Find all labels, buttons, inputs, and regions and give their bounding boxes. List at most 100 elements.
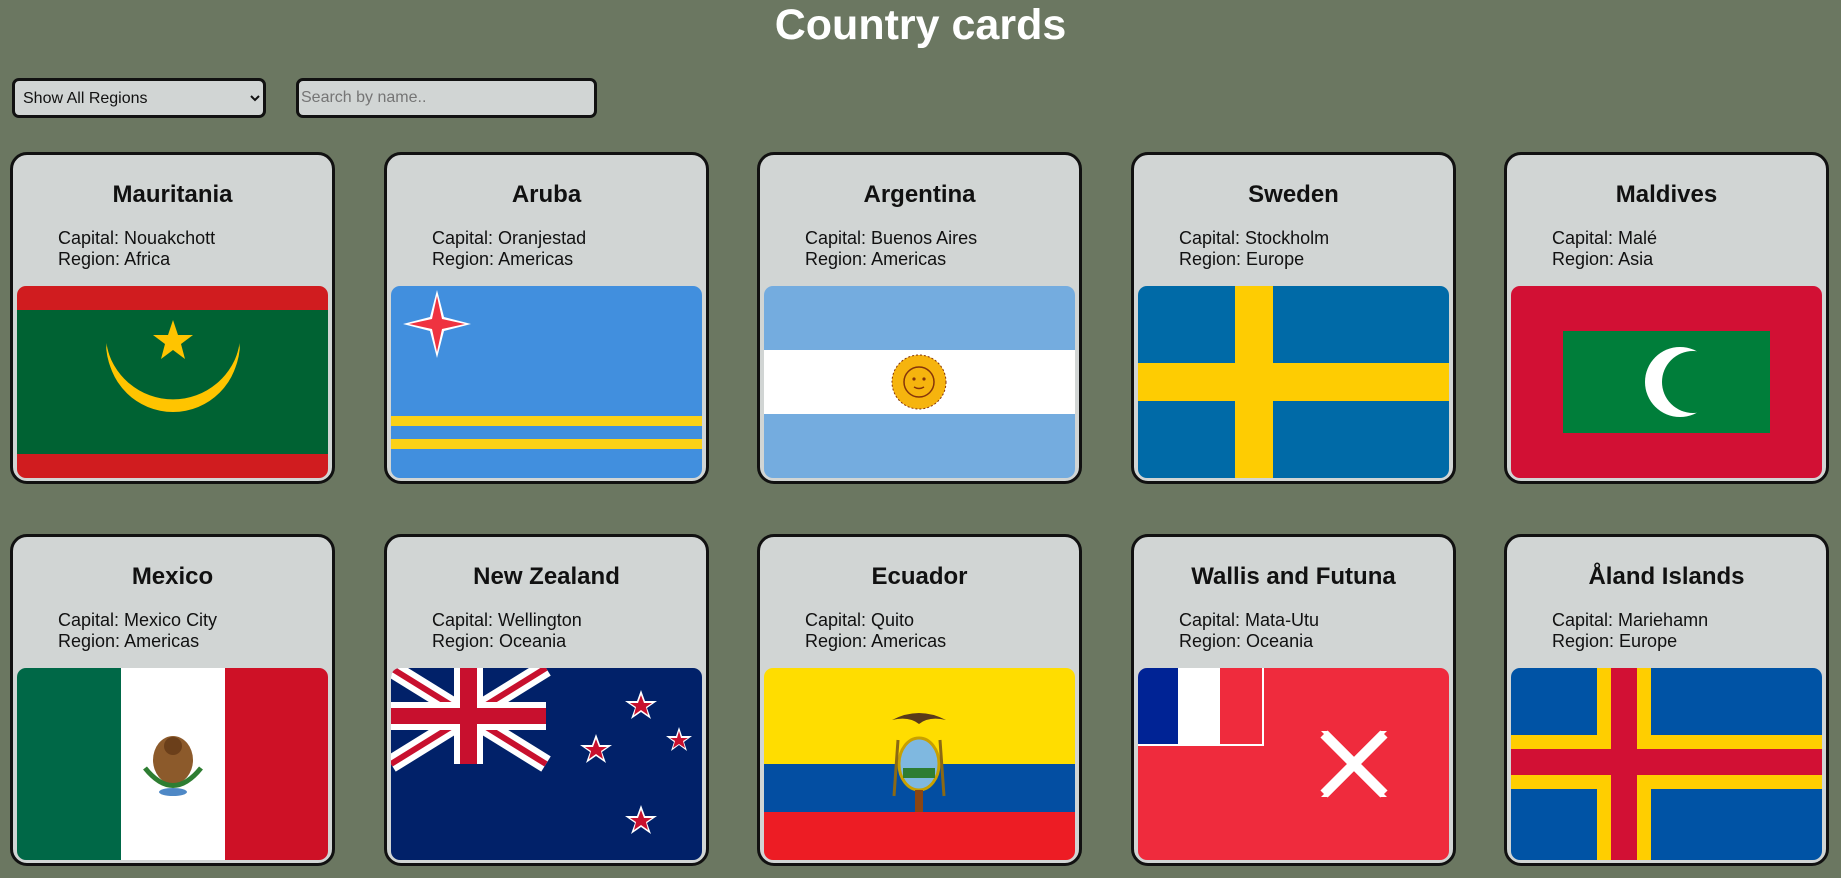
country-name: Mexico bbox=[131, 563, 214, 590]
capital-line: Capital: Quito bbox=[805, 610, 946, 631]
capital-value: Oranjestad bbox=[498, 228, 587, 248]
country-info: Capital: Quito Region: Americas bbox=[805, 610, 946, 652]
capital-label: Capital: bbox=[1552, 610, 1619, 630]
region-value: Europe bbox=[1246, 249, 1305, 269]
region-line: Region: Oceania bbox=[1179, 631, 1319, 652]
country-info: Capital: Oranjestad Region: Americas bbox=[432, 228, 586, 270]
argentina-flag-icon bbox=[764, 286, 1075, 478]
capital-line: Capital: Wellington bbox=[432, 610, 582, 631]
capital-label: Capital: bbox=[805, 228, 872, 248]
region-line: Region: Americas bbox=[805, 249, 977, 270]
country-name: Sweden bbox=[1248, 181, 1339, 208]
country-card[interactable]: Maldives Capital: Malé Region: Asia bbox=[1504, 152, 1829, 484]
region-value: Americas bbox=[871, 631, 947, 651]
country-info: Capital: Malé Region: Asia bbox=[1552, 228, 1657, 270]
country-card[interactable]: Mexico Capital: Mexico City Region: Amer… bbox=[10, 534, 335, 866]
country-info: Capital: Mata-Utu Region: Oceania bbox=[1179, 610, 1319, 652]
capital-line: Capital: Mexico City bbox=[58, 610, 217, 631]
region-line: Region: Europe bbox=[1552, 631, 1708, 652]
country-name: Wallis and Futuna bbox=[1191, 563, 1396, 590]
country-info: Capital: Mariehamn Region: Europe bbox=[1552, 610, 1708, 652]
region-line: Region: Americas bbox=[432, 249, 586, 270]
region-line: Region: Americas bbox=[805, 631, 946, 652]
capital-label: Capital: bbox=[58, 610, 125, 630]
country-name: Mauritania bbox=[112, 181, 233, 208]
capital-value: Quito bbox=[871, 610, 915, 630]
mauritania-flag-icon bbox=[17, 286, 328, 478]
country-card[interactable]: New Zealand Capital: Wellington Region: … bbox=[384, 534, 709, 866]
capital-label: Capital: bbox=[432, 228, 499, 248]
sweden-flag-icon bbox=[1138, 286, 1449, 478]
region-label: Region: bbox=[432, 631, 500, 651]
maldives-flag-icon bbox=[1511, 286, 1822, 478]
region-label: Region: bbox=[58, 631, 125, 651]
capital-label: Capital: bbox=[805, 610, 872, 630]
country-card[interactable]: Argentina Capital: Buenos Aires Region: … bbox=[757, 152, 1082, 484]
country-card[interactable]: Ecuador Capital: Quito Region: Americas bbox=[757, 534, 1082, 866]
capital-line: Capital: Malé bbox=[1552, 228, 1657, 249]
mexico-flag-icon bbox=[17, 668, 328, 860]
country-card[interactable]: Sweden Capital: Stockholm Region: Europe bbox=[1131, 152, 1456, 484]
region-label: Region: bbox=[1552, 631, 1620, 651]
country-name: New Zealand bbox=[473, 563, 620, 590]
capital-label: Capital: bbox=[1552, 228, 1619, 248]
region-value: Americas bbox=[498, 249, 574, 269]
region-label: Region: bbox=[1179, 631, 1247, 651]
country-card[interactable]: Wallis and Futuna Capital: Mata-Utu Regi… bbox=[1131, 534, 1456, 866]
region-label: Region: bbox=[1179, 249, 1247, 269]
country-name: Argentina bbox=[863, 181, 976, 208]
country-name: Åland Islands bbox=[1588, 563, 1745, 590]
capital-line: Capital: Mariehamn bbox=[1552, 610, 1708, 631]
capital-value: Mata-Utu bbox=[1245, 610, 1320, 630]
region-line: Region: Americas bbox=[58, 631, 217, 652]
country-name: Maldives bbox=[1615, 181, 1718, 208]
ecuador-flag-icon bbox=[764, 668, 1075, 860]
region-label: Region: bbox=[432, 249, 499, 269]
capital-value: Buenos Aires bbox=[871, 228, 978, 248]
capital-label: Capital: bbox=[432, 610, 499, 630]
region-value: Oceania bbox=[499, 631, 567, 651]
country-name: Aruba bbox=[511, 181, 582, 208]
capital-label: Capital: bbox=[1179, 610, 1246, 630]
capital-line: Capital: Stockholm bbox=[1179, 228, 1329, 249]
capital-value: Nouakchott bbox=[124, 228, 216, 248]
country-info: Capital: Stockholm Region: Europe bbox=[1179, 228, 1329, 270]
capital-label: Capital: bbox=[1179, 228, 1246, 248]
capital-value: Mexico City bbox=[124, 610, 218, 630]
region-line: Region: Oceania bbox=[432, 631, 582, 652]
new-zealand-flag-icon bbox=[391, 668, 702, 860]
country-info: Capital: Nouakchott Region: Africa bbox=[58, 228, 215, 270]
aruba-flag-icon bbox=[391, 286, 702, 478]
country-card[interactable]: Mauritania Capital: Nouakchott Region: A… bbox=[10, 152, 335, 484]
capital-value: Stockholm bbox=[1245, 228, 1330, 248]
region-label: Region: bbox=[58, 249, 125, 269]
region-value: Americas bbox=[871, 249, 947, 269]
region-line: Region: Europe bbox=[1179, 249, 1329, 270]
capital-line: Capital: Nouakchott bbox=[58, 228, 215, 249]
country-card[interactable]: Åland Islands Capital: Mariehamn Region:… bbox=[1504, 534, 1829, 866]
country-info: Capital: Buenos Aires Region: Americas bbox=[805, 228, 977, 270]
capital-line: Capital: Mata-Utu bbox=[1179, 610, 1319, 631]
capital-value: Malé bbox=[1618, 228, 1658, 248]
country-name: Ecuador bbox=[871, 563, 968, 590]
region-value: Oceania bbox=[1246, 631, 1314, 651]
country-info: Capital: Wellington Region: Oceania bbox=[432, 610, 582, 652]
region-value: Europe bbox=[1619, 631, 1678, 651]
country-info: Capital: Mexico City Region: Americas bbox=[58, 610, 217, 652]
aland-islands-flag-icon bbox=[1511, 668, 1822, 860]
capital-value: Wellington bbox=[498, 610, 582, 630]
country-grid: Mauritania Capital: Nouakchott Region: A… bbox=[0, 0, 1841, 878]
capital-value: Mariehamn bbox=[1618, 610, 1709, 630]
region-value: Africa bbox=[124, 249, 171, 269]
country-card[interactable]: Aruba Capital: Oranjestad Region: Americ… bbox=[384, 152, 709, 484]
region-label: Region: bbox=[805, 249, 872, 269]
region-value: Americas bbox=[124, 631, 200, 651]
region-value: Asia bbox=[1618, 249, 1654, 269]
region-label: Region: bbox=[1552, 249, 1619, 269]
region-label: Region: bbox=[805, 631, 872, 651]
region-line: Region: Asia bbox=[1552, 249, 1657, 270]
wallis-and-futuna-flag-icon bbox=[1138, 668, 1449, 860]
capital-line: Capital: Oranjestad bbox=[432, 228, 586, 249]
capital-label: Capital: bbox=[58, 228, 125, 248]
region-line: Region: Africa bbox=[58, 249, 215, 270]
